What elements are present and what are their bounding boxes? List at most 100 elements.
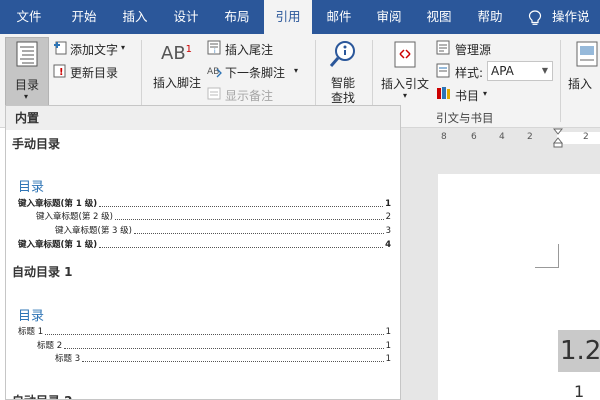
gallery-section-header: 内置: [6, 106, 400, 130]
footnote-icon: AB1: [161, 43, 193, 64]
tab-layout[interactable]: 布局: [214, 0, 260, 34]
toc-entry[interactable]: 键入章标题(第 1 级) 4: [18, 239, 391, 251]
add-text-button[interactable]: 添加文字: [70, 41, 118, 58]
show-notes-icon: [207, 87, 221, 100]
tab-help[interactable]: 帮助: [467, 0, 513, 34]
toc-entry-text: 标题 2: [37, 341, 63, 351]
chevron-down-icon: ▾: [483, 89, 488, 98]
ribbon-tab-bar: 文件 开始 插入 设计 布局 引用 邮件 审阅 视图 帮助 操作说: [0, 0, 600, 34]
insert-citation-button[interactable]: 插入引文: [381, 75, 429, 92]
update-table-icon: !: [53, 64, 66, 78]
document-paragraph-number: 1: [574, 382, 585, 400]
toc-entry-text: 标题 3: [55, 354, 81, 364]
toc-leader: [133, 233, 384, 234]
toc-leader: [64, 348, 384, 349]
insert-caption-button[interactable]: 插入: [568, 75, 592, 92]
auto-toc-2-title[interactable]: 自动目录 2: [12, 392, 73, 399]
tab-references[interactable]: 引用: [264, 0, 312, 34]
margin-corner-mark: [535, 244, 559, 268]
svg-text:!: !: [59, 67, 64, 78]
style-select-value: APA: [491, 64, 514, 78]
document-heading-number: 1.2: [558, 330, 600, 372]
chevron-down-icon: ▾: [403, 91, 408, 100]
toc-button-label: 目录: [15, 78, 40, 92]
toc-entry[interactable]: 键入章标题(第 3 级) 3: [55, 225, 391, 237]
table-of-contents-icon: [16, 41, 38, 67]
toc-button[interactable]: 目录 ▾: [5, 37, 49, 107]
ribbon-separator: [560, 40, 561, 122]
ruler-tick-label: 8: [441, 132, 447, 142]
insert-endnote-button[interactable]: 插入尾注: [225, 41, 273, 58]
toc-entry-page: 2: [385, 212, 391, 222]
auto-toc-1-heading[interactable]: 目录: [18, 305, 44, 324]
style-icon: [436, 63, 450, 78]
toc-entry-text: 键入章标题(第 1 级): [18, 199, 98, 209]
endnote-icon: i: [207, 40, 221, 55]
insert-caption-icon: [576, 41, 598, 67]
tab-file[interactable]: 文件: [8, 0, 50, 34]
toc-entry-page: 1: [385, 354, 391, 364]
manual-toc-title[interactable]: 手动目录: [12, 135, 60, 152]
manage-sources-icon: [436, 40, 450, 55]
chevron-down-icon: ▼: [541, 66, 548, 75]
chevron-down-icon: ▾: [24, 92, 29, 101]
auto-toc-1-title[interactable]: 自动目录 1: [12, 263, 73, 280]
indent-marker-icon[interactable]: [553, 128, 563, 148]
toc-entry[interactable]: 标题 2 1: [37, 340, 391, 352]
toc-entry[interactable]: 键入章标题(第 1 级) 1: [18, 198, 391, 210]
toc-leader: [114, 219, 384, 220]
ruler-tick-label: 2: [527, 132, 533, 142]
toc-entry[interactable]: 标题 3 1: [55, 353, 391, 365]
bibliography-button[interactable]: 书目: [455, 87, 479, 104]
insert-citation-icon: [394, 41, 416, 68]
style-select[interactable]: APA ▼: [487, 61, 553, 81]
ruler-tick-label: 6: [471, 132, 477, 142]
tab-home[interactable]: 开始: [60, 0, 108, 34]
toc-leader: [45, 334, 384, 335]
manual-toc-heading[interactable]: 目录: [18, 176, 44, 195]
next-footnote-button[interactable]: 下一条脚注: [225, 64, 285, 81]
tab-view[interactable]: 视图: [416, 0, 462, 34]
toc-entry-page: 1: [385, 341, 391, 351]
horizontal-ruler: 8 6 4 2 2: [400, 128, 600, 148]
toc-entry-page: 1: [385, 199, 391, 209]
next-footnote-icon: AB: [207, 67, 222, 78]
gallery-scrollbar[interactable]: [400, 130, 401, 400]
style-label: 样式:: [455, 66, 484, 80]
toc-entry-page: 1: [385, 327, 391, 337]
ruler-tick-label: 4: [499, 132, 505, 142]
toc-entry-text: 标题 1: [18, 327, 44, 337]
toc-entry[interactable]: 标题 1 1: [18, 326, 391, 338]
svg-text:AB: AB: [207, 67, 219, 77]
toc-leader: [99, 247, 384, 248]
toc-gallery-dropdown: 内置 手动目录 目录 键入章标题(第 1 级) 1 键入章标题(第 2 级) 2 键…: [5, 105, 401, 400]
toc-leader: [99, 206, 384, 207]
bibliography-icon: [437, 87, 450, 99]
toc-entry-text: 键入章标题(第 2 级): [36, 212, 113, 222]
tell-me-label: 操作说: [552, 9, 590, 24]
group-label-citations: 引文与书目: [436, 111, 494, 125]
update-toc-button[interactable]: 更新目录: [70, 64, 118, 81]
toc-entry[interactable]: 键入章标题(第 2 级) 2: [36, 211, 391, 223]
add-text-icon: [54, 41, 67, 55]
tab-review[interactable]: 审阅: [366, 0, 412, 34]
show-notes-button[interactable]: 显示备注: [225, 87, 273, 104]
toc-entry-page: 3: [385, 226, 391, 236]
toc-entry-text: 键入章标题(第 3 级): [55, 226, 132, 236]
tell-me-box[interactable]: 操作说: [528, 0, 590, 34]
ruler-text-area: [557, 132, 600, 144]
toc-entry-page: 4: [385, 240, 391, 250]
tab-mailings[interactable]: 邮件: [316, 0, 362, 34]
chevron-down-icon: ▾: [294, 66, 299, 75]
smart-lookup-icon: [329, 41, 355, 67]
tab-insert[interactable]: 插入: [112, 0, 158, 34]
insert-footnote-button[interactable]: 插入脚注: [153, 74, 201, 91]
toc-leader: [82, 361, 384, 362]
toc-entry-text: 键入章标题(第 1 级): [18, 240, 98, 250]
manage-sources-button[interactable]: 管理源: [455, 41, 491, 58]
lightbulb-icon: [528, 9, 542, 25]
tab-design[interactable]: 设计: [163, 0, 209, 34]
chevron-down-icon: ▾: [121, 43, 126, 52]
smart-lookup-label-2[interactable]: 查找: [331, 89, 355, 106]
ruler-tick-label: 2: [583, 132, 589, 142]
